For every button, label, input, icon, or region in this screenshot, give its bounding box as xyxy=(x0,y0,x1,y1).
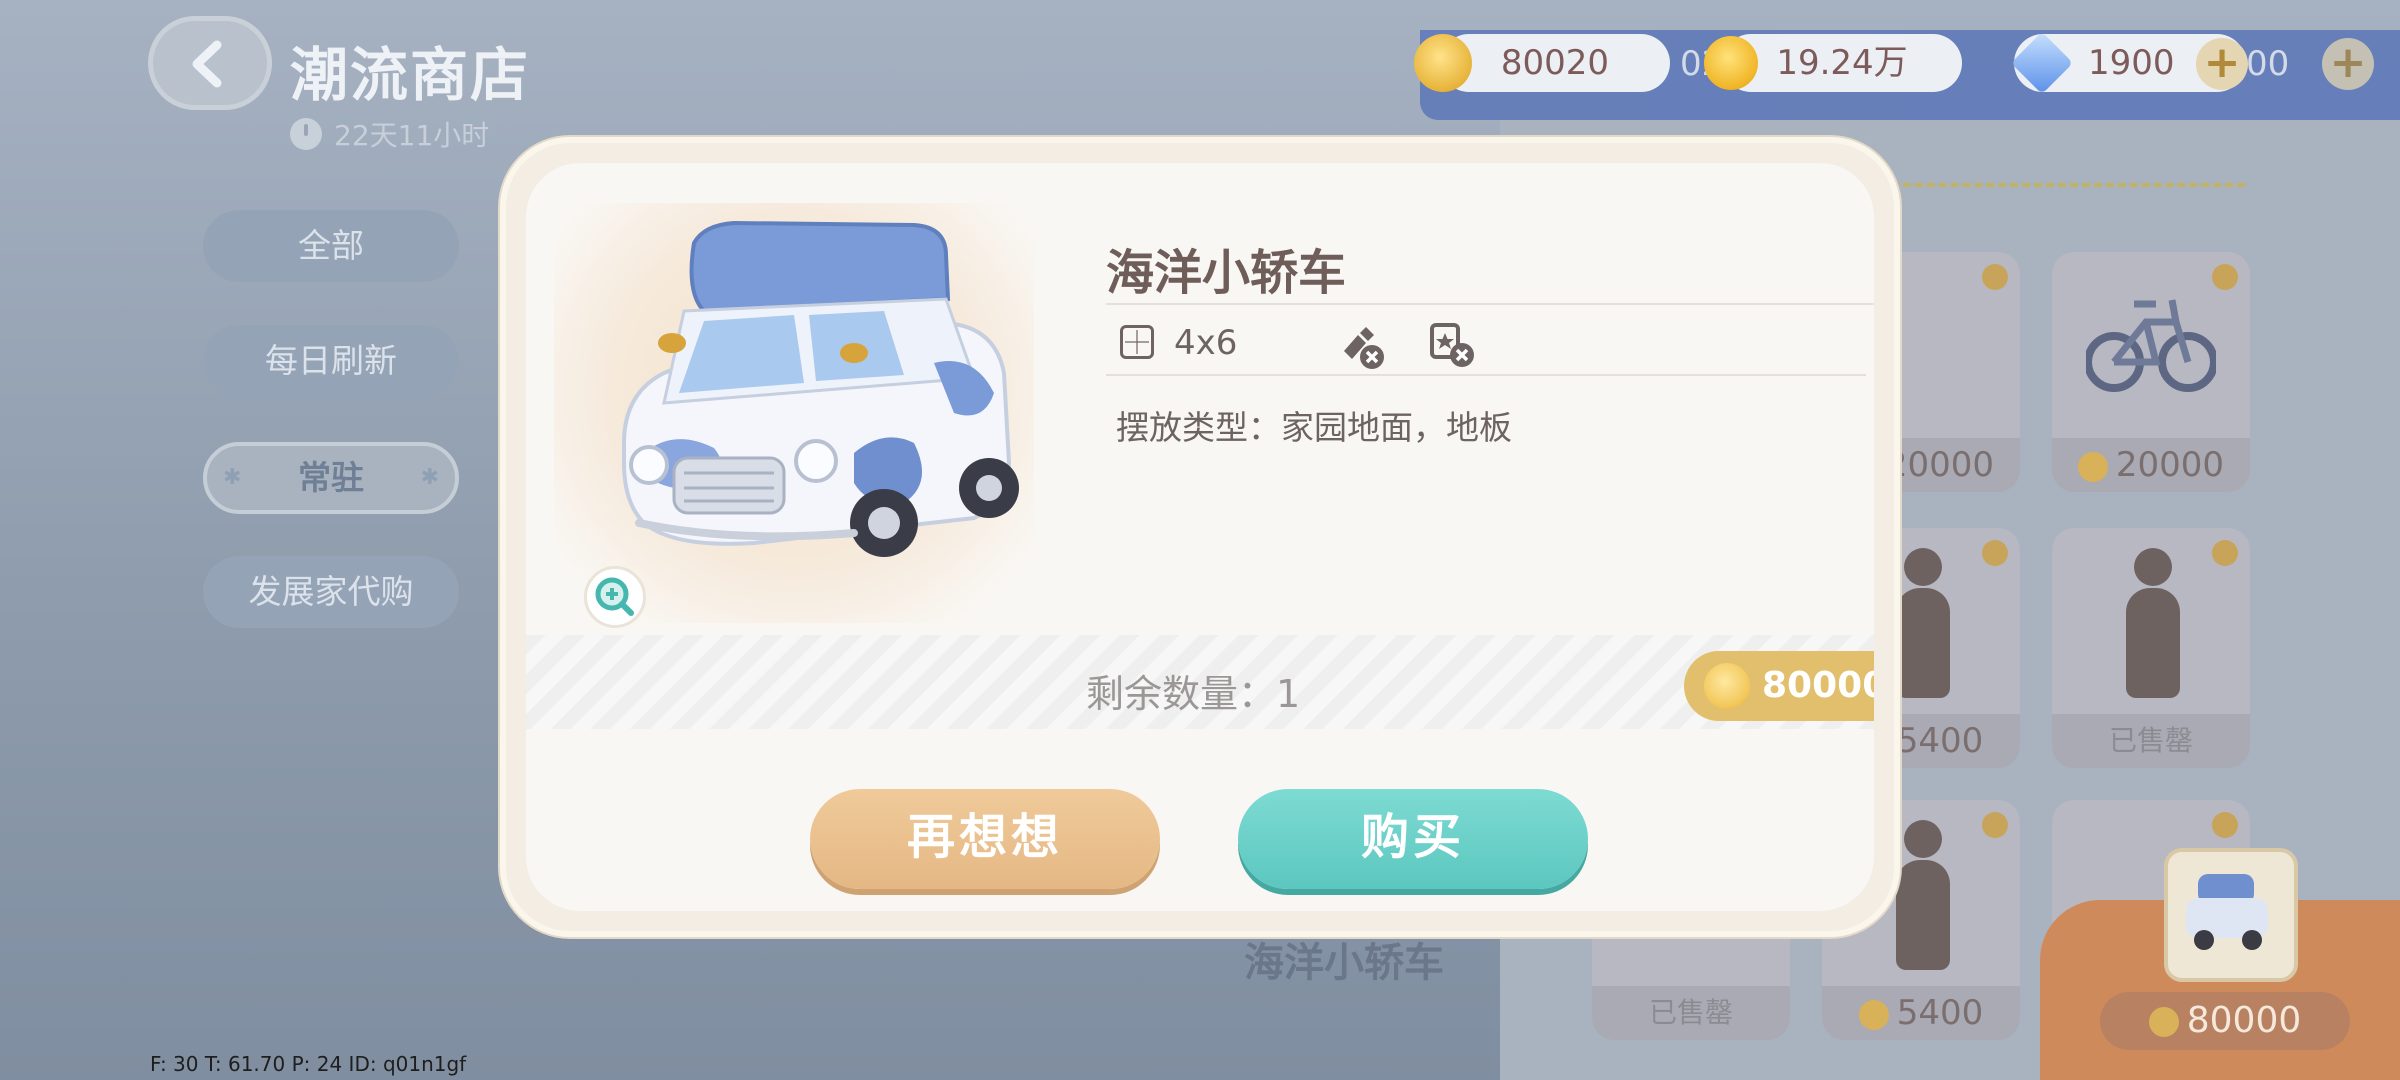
selected-item-thumbnail[interactable] xyxy=(2164,848,2298,982)
grid-size-icon xyxy=(1120,325,1154,359)
no-interact-icon xyxy=(1430,323,1474,367)
flower-coin-icon xyxy=(1414,34,1472,92)
coin-icon xyxy=(1858,999,1889,1030)
sold-out-label: 已售罄 xyxy=(2052,714,2250,768)
page-title: 潮流商店 xyxy=(290,41,531,109)
divider xyxy=(1106,374,1866,376)
tab-developer-purchase[interactable]: 发展家代购 xyxy=(203,556,459,628)
tab-daily-refresh[interactable]: 每日刷新 xyxy=(203,325,459,397)
no-clean-icon xyxy=(1344,327,1384,369)
shop-card[interactable]: 已售罄 xyxy=(2052,528,2250,768)
reconsider-button[interactable]: 再想想 xyxy=(810,789,1160,889)
item-name: 海洋小轿车 xyxy=(1106,245,1347,301)
card-price: 5400 xyxy=(1822,986,2020,1040)
item-image xyxy=(554,203,1034,623)
clock-icon xyxy=(1982,264,2008,290)
selected-item-price: 80000 xyxy=(2100,992,2350,1050)
gold-coin-counter: 19.24万 xyxy=(1722,34,1962,92)
shop-timer: 22天11小时 xyxy=(334,119,490,152)
coin-icon xyxy=(2077,451,2108,482)
purchase-dialog: 海洋小轿车 4x6 摆放类型：家园地面，地板 剩余数量：1 80000 再想想 … xyxy=(500,137,1900,937)
bicycle-icon xyxy=(2086,299,2216,392)
tab-permanent[interactable]: ✱ 常驻 ✱ xyxy=(203,442,459,514)
debug-info: F: 30 T: 61.70 P: 24 ID: q01n1gf xyxy=(150,1052,467,1076)
tab-permanent-label: 常驻 xyxy=(298,458,364,497)
background-item-name: 海洋小轿车 xyxy=(1244,940,1444,986)
add-currency-button[interactable]: + xyxy=(2322,38,2374,90)
star-icon: ✱ xyxy=(420,465,439,490)
clock-icon xyxy=(1982,812,2008,838)
pose-figure xyxy=(2116,548,2186,708)
divider xyxy=(1106,303,1874,305)
hidden-currency-value: 00 xyxy=(2246,44,2290,84)
shop-card[interactable]: 20000 xyxy=(2052,252,2250,492)
remaining-quantity: 剩余数量：1 xyxy=(1086,672,1301,716)
clock-icon xyxy=(2212,540,2238,566)
zoom-button[interactable] xyxy=(584,566,646,628)
tab-all[interactable]: 全部 xyxy=(203,210,459,282)
placement-type: 摆放类型：家园地面，地板 xyxy=(1116,408,1512,447)
ocean-car-image xyxy=(622,220,1019,557)
item-size: 4x6 xyxy=(1174,323,1238,363)
coin-icon xyxy=(2148,1007,2179,1037)
price-tag: 80000 xyxy=(1684,651,1874,721)
clock-icon xyxy=(2212,812,2238,838)
gold-coin-icon xyxy=(1704,36,1758,90)
add-diamond-button[interactable]: + xyxy=(2196,38,2248,90)
card-price: 20000 xyxy=(2052,438,2250,492)
purchase-dialog-body: 海洋小轿车 4x6 摆放类型：家园地面，地板 剩余数量：1 80000 再想想 … xyxy=(526,163,1874,911)
flower-coin-counter: 80020 xyxy=(1440,34,1670,92)
back-arrow-icon xyxy=(192,40,222,88)
sold-out-label: 已售罄 xyxy=(1592,986,1790,1040)
car-thumbnail-icon xyxy=(2186,874,2268,950)
back-button[interactable] xyxy=(148,16,272,110)
clock-icon xyxy=(290,118,322,150)
clock-icon xyxy=(1982,540,2008,566)
item-price: 80000 xyxy=(1762,665,1874,706)
star-icon: ✱ xyxy=(223,465,242,490)
magnifier-icon xyxy=(595,577,634,616)
flower-coin-icon xyxy=(1704,663,1750,709)
buy-button[interactable]: 购买 xyxy=(1238,789,1588,889)
